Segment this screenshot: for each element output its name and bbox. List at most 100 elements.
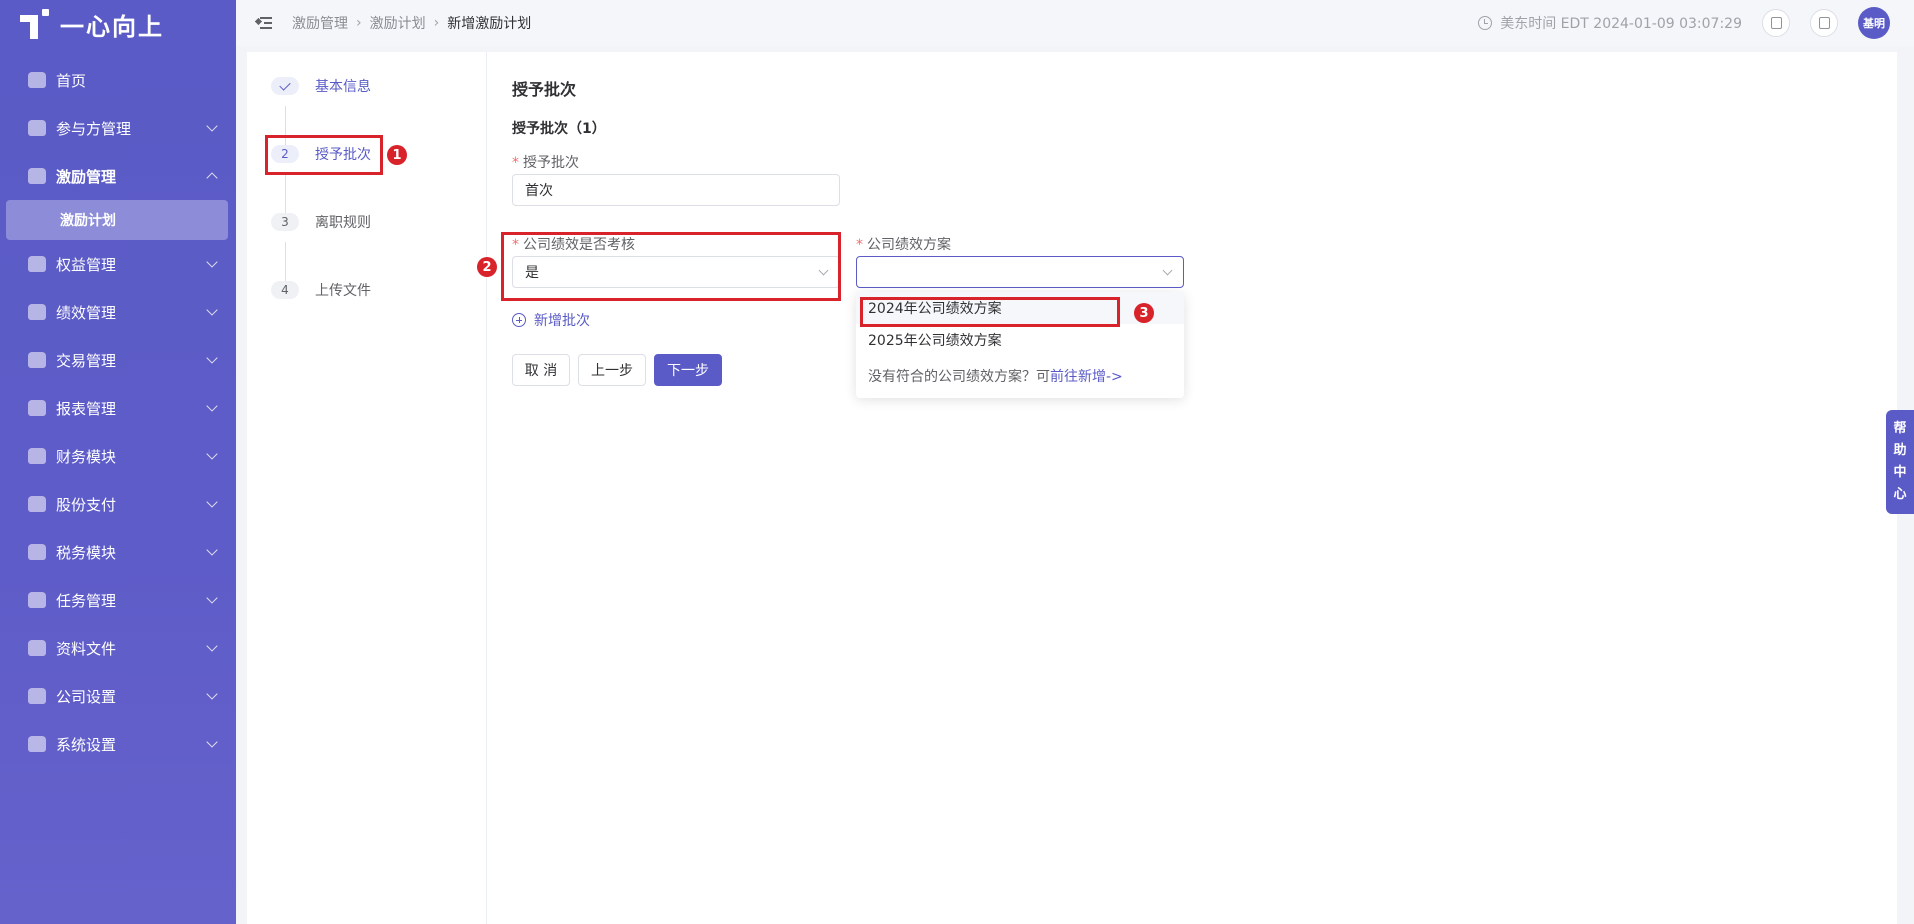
step-label: 离职规则 — [315, 215, 371, 231]
help-center-tab[interactable]: 帮 助 中 心 — [1886, 410, 1914, 514]
share-payment-icon — [28, 496, 46, 512]
system-settings-icon — [28, 736, 46, 752]
performance-icon — [28, 304, 46, 320]
document-icon — [1819, 17, 1830, 29]
sidebar-item-label: 报表管理 — [56, 399, 117, 418]
annotation-badge-1: 1 — [387, 145, 407, 165]
sidebar-item-label: 财务模块 — [56, 447, 117, 466]
sidebar-item-report[interactable]: 报表管理 — [0, 384, 236, 432]
steps-nav: 基本信息 2 授予批次 3 离职规则 4 上传文件 — [247, 52, 487, 924]
sidebar-item-home[interactable]: 首页 — [0, 56, 236, 104]
incentive-icon — [28, 168, 46, 184]
sidebar-item-label: 股份支付 — [56, 495, 117, 514]
document-button[interactable] — [1810, 9, 1838, 37]
step-upload-files[interactable]: 4 上传文件 — [271, 278, 371, 302]
sidebar-item-label: 绩效管理 — [56, 303, 117, 322]
chevron-down-icon — [206, 496, 218, 508]
chevron-up-icon — [206, 172, 218, 184]
top-header: 激励管理 › 激励计划 › 新增激励计划 美东时间 EDT 2024-01-09… — [236, 0, 1914, 46]
sidebar-item-label: 激励管理 — [56, 167, 117, 186]
avatar[interactable]: 基明 — [1858, 7, 1890, 39]
annotation-badge-3: 3 — [1134, 303, 1154, 323]
tax-icon — [28, 544, 46, 560]
timezone-time: 美东时间 EDT 2024-01-09 03:07:29 — [1500, 16, 1742, 32]
sidebar-item-trade[interactable]: 交易管理 — [0, 336, 236, 384]
chevron-down-icon — [206, 448, 218, 460]
step-number — [271, 77, 299, 95]
next-step-button[interactable]: 下一步 — [654, 354, 722, 386]
sidebar-item-files[interactable]: 资料文件 — [0, 624, 236, 672]
batch-field-label: * 授予批次 — [512, 155, 579, 171]
participants-icon — [28, 120, 46, 136]
files-icon — [28, 640, 46, 656]
add-plan-link[interactable]: 前往新增-> — [1050, 369, 1123, 385]
collapse-sidebar-icon[interactable] — [254, 16, 272, 30]
logo-text: 一心向上 — [60, 12, 164, 41]
breadcrumb-plan[interactable]: 激励计划 — [370, 13, 426, 33]
cancel-button[interactable]: 取 消 — [512, 354, 570, 386]
form-title: 授予批次 — [512, 80, 577, 99]
check-icon — [279, 78, 291, 91]
dropdown-option-2025[interactable]: 2025年公司绩效方案 — [856, 324, 1184, 356]
dropdown-footer-text: 没有符合的公司绩效方案？可 — [868, 369, 1050, 385]
sidebar-item-tax[interactable]: 税务模块 — [0, 528, 236, 576]
sidebar-subitem-incentive-plan[interactable]: 激励计划 — [6, 200, 228, 240]
step-number: 4 — [271, 281, 299, 299]
chevron-down-icon — [206, 688, 218, 700]
step-resign-rules[interactable]: 3 离职规则 — [271, 210, 371, 234]
logo-icon — [20, 9, 52, 39]
step-label: 基本信息 — [315, 79, 371, 95]
sidebar-item-label: 税务模块 — [56, 543, 117, 562]
breadcrumb-separator-icon: › — [433, 15, 440, 31]
sidebar-item-system-settings[interactable]: 系统设置 — [0, 720, 236, 768]
chevron-down-icon — [206, 544, 218, 556]
chevron-down-icon — [206, 304, 218, 316]
sidebar-item-incentive[interactable]: 激励管理 — [0, 152, 236, 200]
annotation-badge-2: 2 — [477, 257, 497, 277]
add-batch-label: 新增批次 — [534, 313, 590, 329]
help-char: 中 — [1893, 465, 1907, 480]
sidebar-menu: 首页 参与方管理 激励管理 激励计划 权益管理 绩效管理 交易管理 报表管理 财… — [0, 56, 236, 768]
chevron-down-icon — [206, 736, 218, 748]
sidebar-item-participants[interactable]: 参与方管理 — [0, 104, 236, 152]
sidebar-item-label: 资料文件 — [56, 639, 117, 658]
clipboard-button[interactable] — [1762, 9, 1790, 37]
sidebar-item-share-payment[interactable]: 股份支付 — [0, 480, 236, 528]
report-icon — [28, 400, 46, 416]
prev-step-button[interactable]: 上一步 — [578, 354, 646, 386]
sidebar-item-label: 系统设置 — [56, 735, 117, 754]
sidebar-item-label: 首页 — [56, 71, 87, 90]
sidebar-item-performance[interactable]: 绩效管理 — [0, 288, 236, 336]
chevron-down-icon — [206, 400, 218, 412]
sidebar-item-company-settings[interactable]: 公司设置 — [0, 672, 236, 720]
annotation-box-3 — [860, 297, 1120, 327]
finance-icon — [28, 448, 46, 464]
batch-name-input[interactable]: 首次 — [512, 174, 840, 206]
plan-select[interactable] — [856, 256, 1184, 288]
chevron-down-icon — [206, 640, 218, 652]
sidebar-item-label: 交易管理 — [56, 351, 117, 370]
breadcrumb-current: 新增激励计划 — [447, 16, 532, 32]
sidebar-item-label: 任务管理 — [56, 591, 117, 610]
sidebar-item-task[interactable]: 任务管理 — [0, 576, 236, 624]
logo[interactable]: 一心向上 — [0, 0, 236, 48]
sidebar-item-finance[interactable]: 财务模块 — [0, 432, 236, 480]
step-basic-info[interactable]: 基本信息 — [271, 74, 371, 98]
batch-title: 授予批次（1） — [512, 121, 606, 137]
annotation-box-2 — [501, 232, 841, 301]
chevron-down-icon — [206, 120, 218, 132]
add-batch-button[interactable]: 新增批次 — [512, 310, 590, 330]
sidebar-item-label: 权益管理 — [56, 255, 117, 274]
company-settings-icon — [28, 688, 46, 704]
help-char: 帮 — [1893, 421, 1907, 436]
sidebar-item-equity[interactable]: 权益管理 — [0, 240, 236, 288]
chevron-down-icon — [206, 352, 218, 364]
plan-field-label: * 公司绩效方案 — [856, 237, 951, 253]
step-number: 3 — [271, 213, 299, 231]
chevron-down-icon — [206, 592, 218, 604]
step-label: 上传文件 — [315, 283, 371, 299]
home-icon — [28, 72, 46, 88]
clock-icon — [1478, 16, 1493, 30]
breadcrumb-incentive[interactable]: 激励管理 — [292, 13, 348, 33]
sidebar-item-label: 参与方管理 — [56, 119, 132, 138]
